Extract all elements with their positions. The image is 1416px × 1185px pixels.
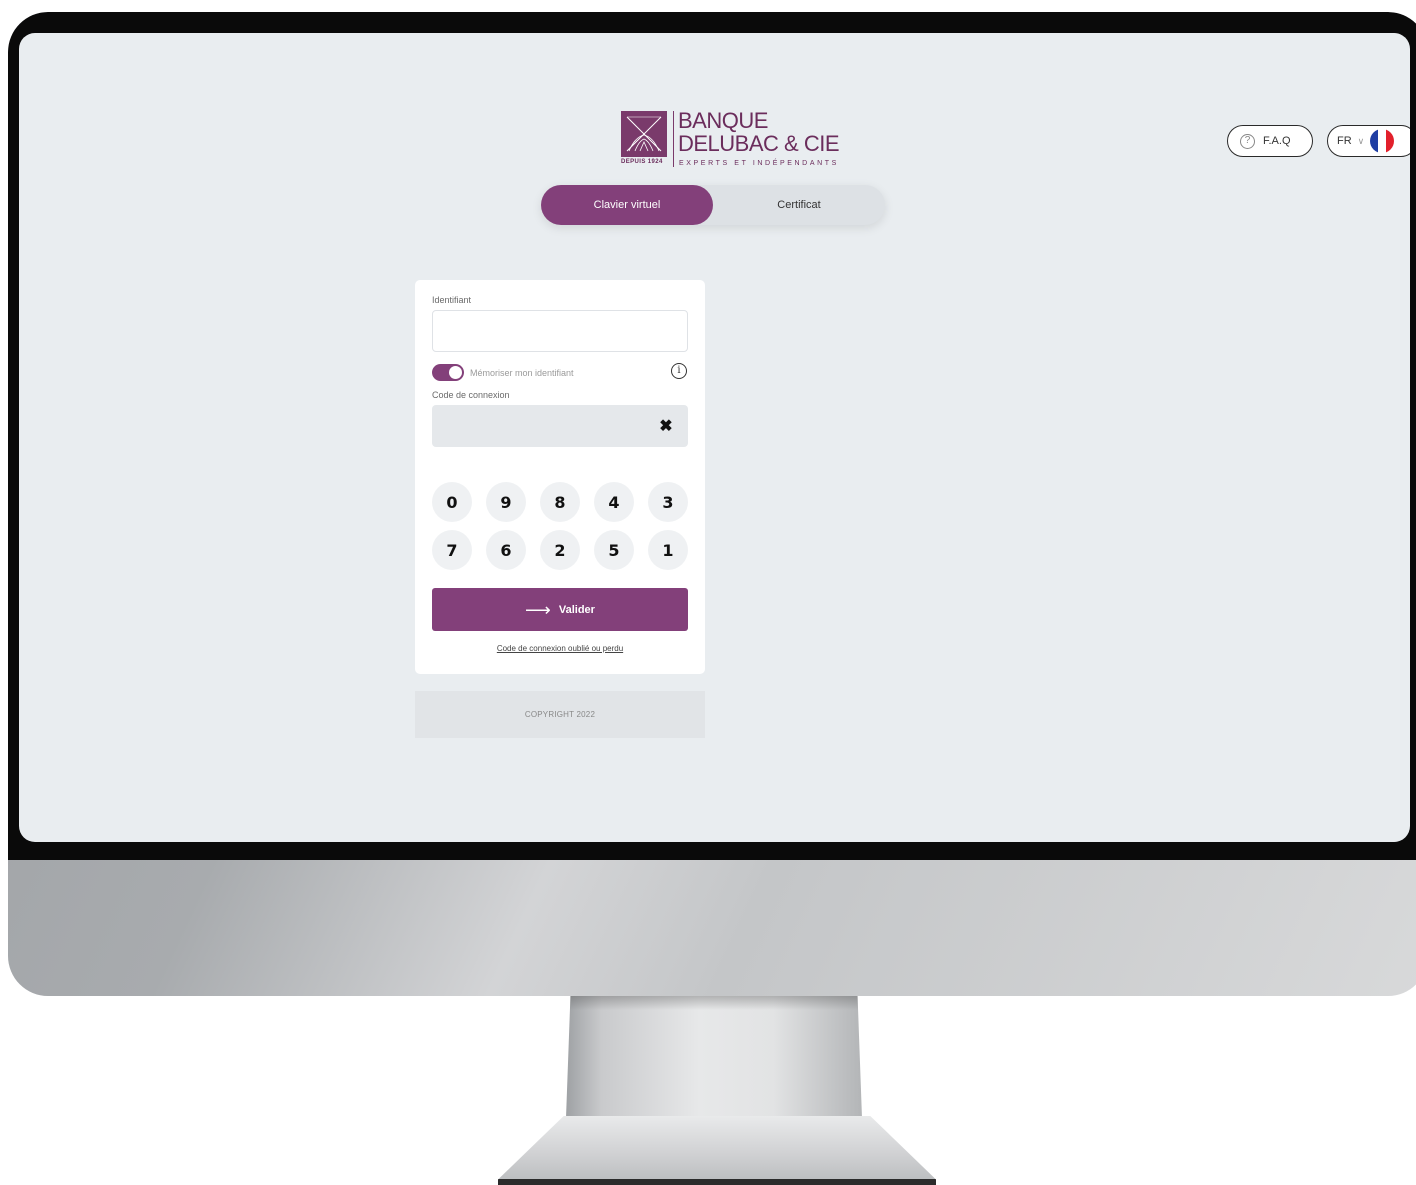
info-circle-icon[interactable]: i xyxy=(671,363,687,379)
keypad-key[interactable]: 1 xyxy=(648,530,688,570)
keypad-key[interactable]: 8 xyxy=(540,482,580,522)
logo-emblem-icon xyxy=(621,111,667,157)
logo-since: DEPUIS 1924 xyxy=(621,159,663,165)
monitor-frame: DEPUIS 1924 BANQUE DELUBAC & CIE EXPERTS… xyxy=(8,12,1416,996)
logo-line-1: BANQUE xyxy=(678,108,768,133)
keypad-key[interactable]: 7 xyxy=(432,530,472,570)
keypad-key[interactable]: 9 xyxy=(486,482,526,522)
login-card: Identifiant Mémoriser mon identifiant i … xyxy=(415,280,705,674)
monitor-stand-base xyxy=(498,1116,936,1185)
forgot-code-link[interactable]: Code de connexion oublié ou perdu xyxy=(415,644,705,653)
tab-virtual-keyboard[interactable]: Clavier virtuel xyxy=(541,185,713,225)
logo-divider xyxy=(673,111,674,167)
submit-label: Valider xyxy=(558,603,595,616)
keypad-key[interactable]: 4 xyxy=(594,482,634,522)
faq-button[interactable]: ? F.A.Q xyxy=(1227,125,1313,157)
keypad-key[interactable]: 0 xyxy=(432,482,472,522)
virtual-keypad: 0 9 8 4 3 7 6 2 5 1 xyxy=(432,482,688,570)
chevron-down-icon: ∨ xyxy=(1357,135,1365,146)
faq-label: F.A.Q xyxy=(1263,135,1291,147)
keypad-key[interactable]: 3 xyxy=(648,482,688,522)
logo-line-2: DELUBAC & CIE xyxy=(678,131,840,156)
identifier-label: Identifiant xyxy=(432,295,472,305)
logo-wordmark: BANQUE DELUBAC & CIE xyxy=(678,108,840,156)
keypad-key[interactable]: 2 xyxy=(540,530,580,570)
france-flag-icon xyxy=(1370,129,1395,153)
bank-logo[interactable]: DEPUIS 1924 BANQUE DELUBAC & CIE EXPERTS… xyxy=(621,108,851,169)
remember-label: Mémoriser mon identifiant xyxy=(470,368,574,378)
clear-icon[interactable]: ✖ xyxy=(656,416,676,436)
question-circle-icon: ? xyxy=(1240,133,1255,149)
auth-mode-tabs: Clavier virtuel Certificat xyxy=(541,185,885,225)
code-label: Code de connexion xyxy=(432,390,510,400)
keypad-key[interactable]: 5 xyxy=(594,530,634,570)
copyright-footer: COPYRIGHT 2022 xyxy=(415,691,705,738)
logo-tagline: EXPERTS ET INDÉPENDANTS xyxy=(679,160,839,167)
submit-button[interactable]: ⟶ Valider xyxy=(432,588,688,631)
keypad-key[interactable]: 6 xyxy=(486,530,526,570)
arrow-right-icon: ⟶ xyxy=(525,599,551,620)
remember-toggle[interactable] xyxy=(432,364,464,381)
screen: DEPUIS 1924 BANQUE DELUBAC & CIE EXPERTS… xyxy=(19,33,1410,842)
tab-certificate[interactable]: Certificat xyxy=(713,185,885,225)
monitor-bezel: DEPUIS 1924 BANQUE DELUBAC & CIE EXPERTS… xyxy=(8,12,1416,860)
toggle-knob xyxy=(449,366,462,379)
language-label: FR xyxy=(1337,135,1352,147)
code-display: ✖ xyxy=(432,405,688,447)
monitor-stand-neck xyxy=(566,996,862,1118)
language-selector[interactable]: FR ∨ xyxy=(1327,125,1410,157)
identifier-input[interactable] xyxy=(432,310,688,352)
